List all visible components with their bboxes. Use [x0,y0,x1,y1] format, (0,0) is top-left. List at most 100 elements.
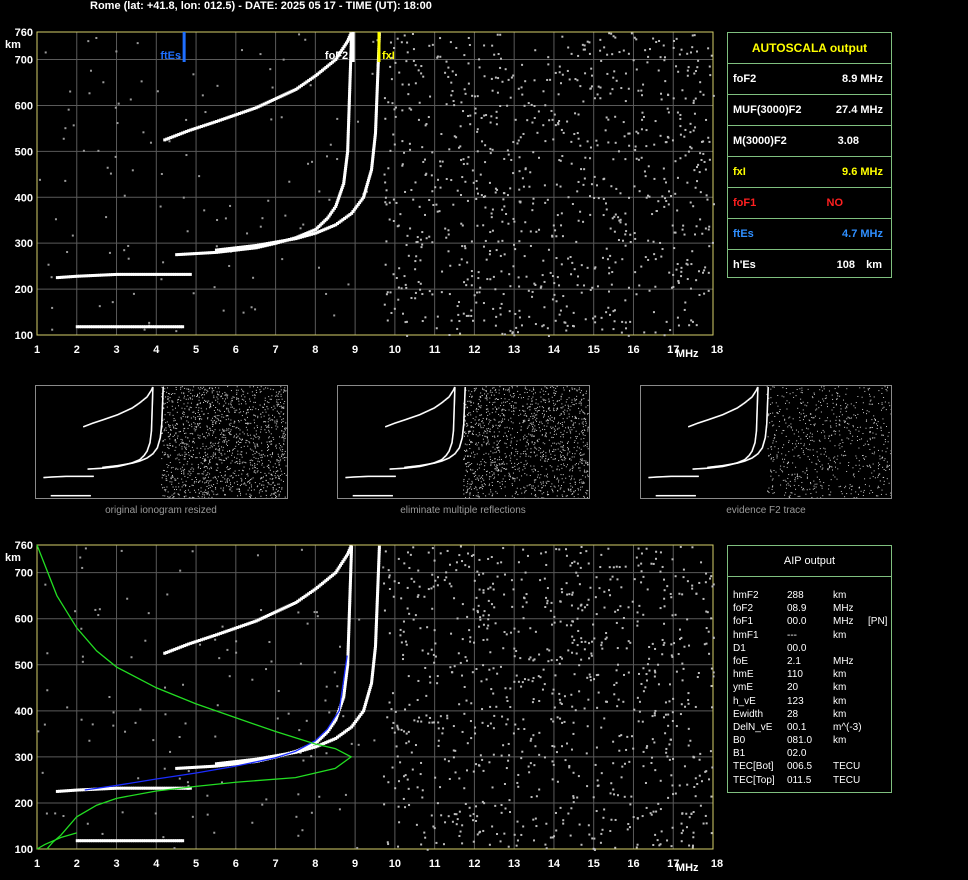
autoscala-value: 8.9 MHz [842,73,883,85]
x-tick-label: 6 [233,858,239,870]
thumb-trace-point [464,387,466,389]
ionogram-trace [163,545,353,655]
aip-value: 28 [787,708,799,720]
x-tick-label: 14 [548,344,561,356]
thumbnail-caption: evidence F2 trace [726,505,806,516]
ionogram-trace [75,325,185,329]
y-tick-label: 600 [15,100,33,112]
marker-label: ftEs [160,50,181,62]
aip-unit: MHz [833,603,854,615]
x-tick-label: 5 [193,344,199,356]
aip-label: foE [733,655,749,667]
x-tick-label: 12 [468,858,480,870]
aip-label: Ewidth [733,708,764,720]
thumbnail-caption: eliminate multiple reflections [400,505,526,516]
x-tick-label: 13 [508,344,520,356]
aip-value: 20 [787,682,799,694]
aip-unit: TECU [833,761,861,773]
aip-value: 288 [787,590,804,601]
ionogram-top: 1 2 3 4 5 6 7 8 9 10 11 12 13 14 15 16 17 18MHz1002003004… [5,27,723,360]
x-tick-label: 9 [352,858,358,870]
x-tick-label: 3 [113,344,119,356]
y-tick-label: 200 [15,798,33,810]
x-tick-label: 4 [153,344,160,356]
aip-row: D1 00.0 [728,643,891,656]
aip-value: 123 [787,695,804,707]
autoscala-panel: AUTOSCALA output foF2 8.9 MHz MUF(3000)F2 2… [727,32,892,278]
x-tick-label: 13 [508,858,520,870]
ionogram-trace [163,32,353,142]
thumbnail-original [35,385,288,499]
series-line [36,832,77,850]
autoscala-label: M(3000)F2 [733,135,787,147]
aip-row: Ewidth 28 km [728,709,891,722]
marker-label: fxI [382,50,395,62]
aip-label: foF1 [733,616,754,628]
ionogram-trace [214,545,381,766]
thumb-trace-point [694,494,696,497]
aip-value: 110 [787,669,803,681]
autoscala-row: M(3000)F2 3.08 [728,126,891,157]
x-axis-label: MHz [676,862,699,874]
thumb-trace-point [453,386,456,389]
trace-point [188,272,192,276]
thumb-trace-point [162,387,164,389]
y-tick-label: 100 [15,844,33,856]
thumb-trace-point [697,475,699,478]
autoscala-row: foF1 NO [728,188,891,219]
aip-label: D1 [733,642,746,654]
autoscala-label: foF2 [733,73,757,85]
x-tick-label: 18 [711,858,723,870]
thumb-noise [766,386,892,499]
x-tick-label: 18 [711,344,723,356]
aip-label: B0 [733,735,746,747]
aip-row: B0 081.0 km [728,735,891,748]
aip-label: TEC[Top] [733,774,775,786]
autoscala-row: fxI 9.6 MHz [728,157,891,188]
autoscala-title: AUTOSCALA output [728,33,891,64]
x-tick-label: 11 [429,344,441,356]
x-tick-label: 1 [34,858,40,870]
x-tick-label: 3 [113,858,119,870]
x-tick-label: 10 [389,858,401,870]
aip-unit: MHz [833,616,854,628]
autoscala-label: foF1 [733,197,757,209]
aip-unit: km [833,735,847,747]
autoscala-unit: km [866,259,882,271]
autoscala-row: ftEs 4.7 MHz [728,219,891,250]
autoscala-label: h'Es [733,259,756,271]
y-tick-label: 300 [15,238,33,250]
aip-row: hmE 110 km [728,669,891,682]
autoscala-value: 3.08 [837,135,859,147]
x-tick-label: 7 [273,344,279,356]
autoscala-label: fxI [733,166,746,178]
thumb-noise [161,386,287,499]
y-tick-label: 700 [15,55,33,67]
x-tick-label: 8 [312,344,318,356]
aip-label: hmF1 [733,629,759,641]
x-tick-label: 9 [352,344,358,356]
trace-point [349,545,353,549]
trace-point [377,545,381,549]
y-axis-label: km [5,39,21,51]
aip-label: hmF2 [733,590,759,601]
thumb-trace-point [92,475,94,478]
aip-label: DelN_vE [733,721,773,733]
ionogram-trace [214,32,381,252]
aip-unit: MHz [833,655,854,667]
y-tick-label: 500 [15,660,33,672]
x-tick-label: 14 [548,858,561,870]
autoscala-row: MUF(3000)F2 27.4 MHz [728,95,891,126]
aip-label: foF2 [733,603,754,615]
x-axis-label: MHz [676,348,699,360]
aip-unit: TECU [833,774,861,786]
y-axis-label: km [5,552,21,564]
thumb-trace-point [767,387,769,389]
thumbnail-caption: original ionogram resized [105,505,217,516]
aip-label: ymE [733,682,753,694]
aip-value: 081.0 [787,735,813,747]
noise-speckles [37,545,715,851]
x-tick-label: 10 [389,344,401,356]
y-tick-label: 760 [15,540,33,552]
x-tick-label: 1 [34,344,40,356]
